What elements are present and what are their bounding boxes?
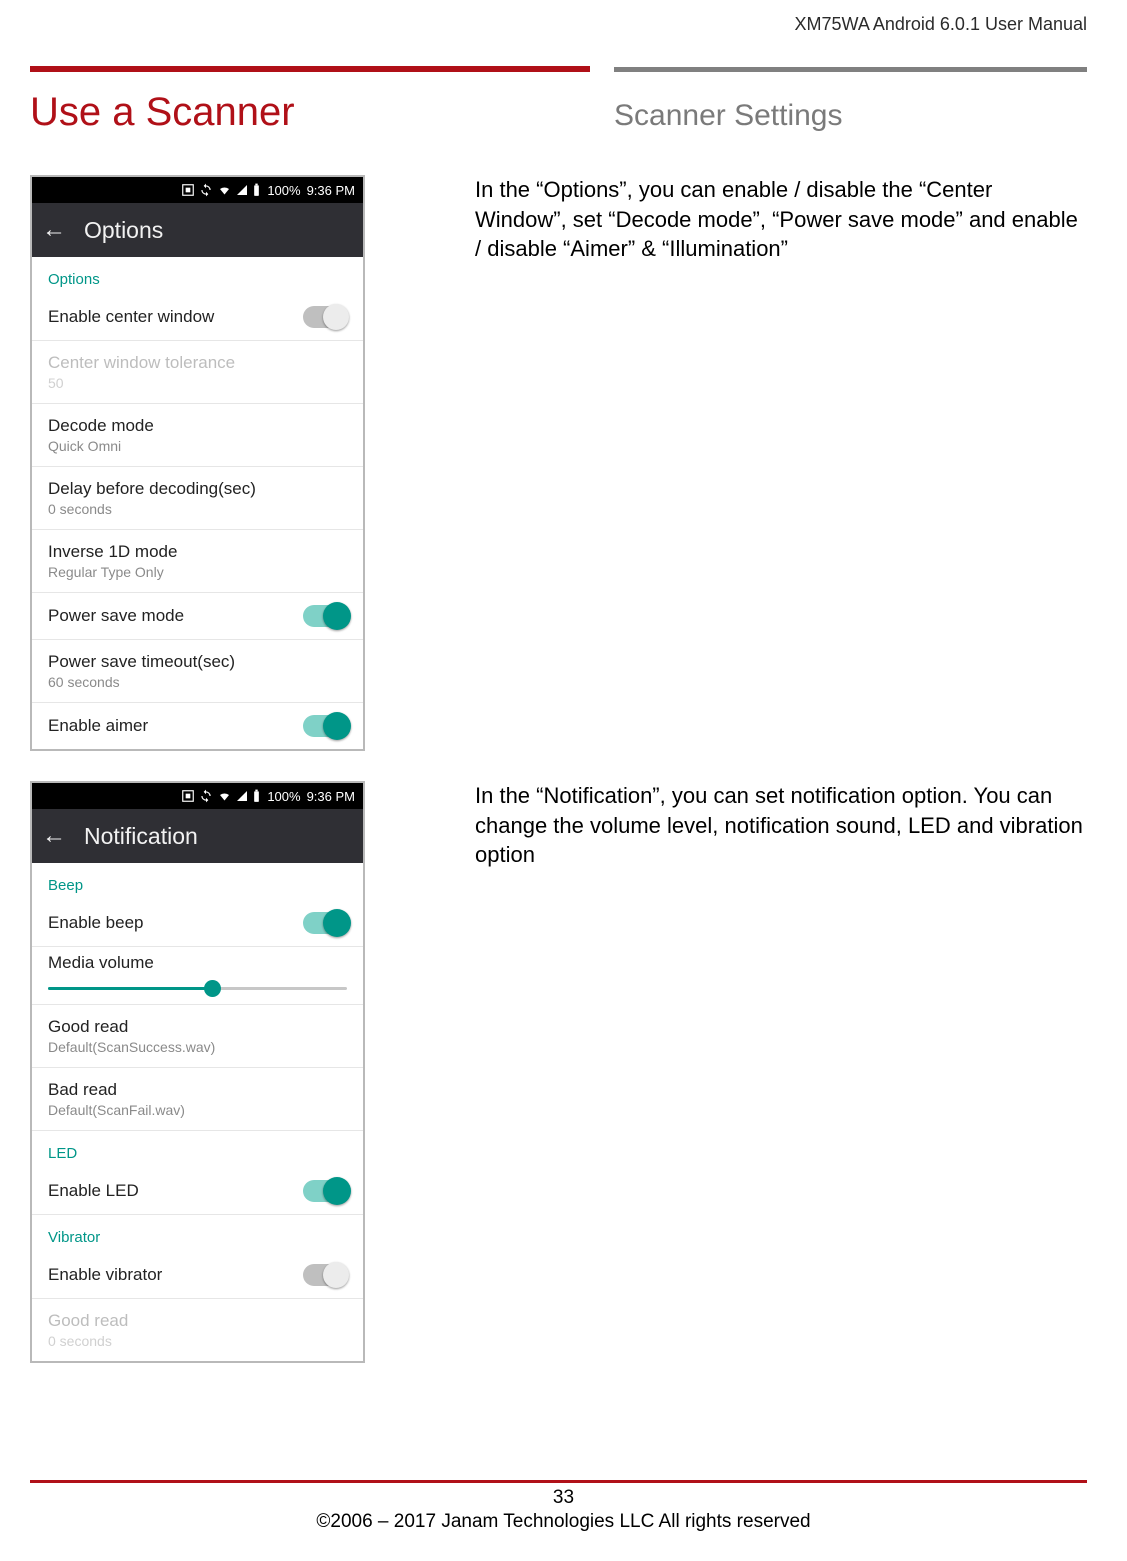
label: Media volume (48, 953, 347, 973)
row-decode-mode[interactable]: Decode mode Quick Omni (32, 404, 363, 467)
battery-text: 100% (267, 789, 300, 804)
label: Power save mode (48, 606, 184, 626)
wifi-icon (217, 184, 232, 196)
app-bar: ← Options (32, 203, 363, 257)
footer: 33 ©2006 – 2017 Janam Technologies LLC A… (0, 1487, 1127, 1533)
switch-led[interactable] (303, 1180, 347, 1202)
screenshot-options: 100% 9:36 PM ← Options Options Enable ce… (30, 175, 365, 751)
value: 60 seconds (48, 674, 235, 690)
switch-center-window[interactable] (303, 306, 347, 328)
signal-icon (236, 184, 248, 196)
battery-icon (252, 789, 261, 803)
slider-fill (48, 987, 212, 990)
row-delay-before-decoding[interactable]: Delay before decoding(sec) 0 seconds (32, 467, 363, 530)
row-bad-read-sound[interactable]: Bad read Default(ScanFail.wav) (32, 1068, 363, 1131)
page-number: 33 (0, 1487, 1127, 1509)
switch-beep[interactable] (303, 912, 347, 934)
clock-text: 9:36 PM (307, 789, 355, 804)
label: Good read (48, 1017, 215, 1037)
label: Decode mode (48, 416, 154, 436)
wifi-icon (217, 790, 232, 802)
back-icon[interactable]: ← (42, 824, 66, 848)
page-title: Use a Scanner (30, 90, 590, 135)
row-good-read-vibration: Good read 0 seconds (32, 1299, 363, 1361)
row-enable-aimer[interactable]: Enable aimer (32, 703, 363, 749)
row-enable-vibrator[interactable]: Enable vibrator (32, 1252, 363, 1299)
section-header-beep: Beep (32, 863, 363, 900)
appbar-title: Options (84, 217, 163, 244)
section-title: Scanner Settings (614, 99, 1087, 133)
row-inverse-1d-mode[interactable]: Inverse 1D mode Regular Type Only (32, 530, 363, 593)
volume-slider[interactable] (48, 987, 347, 990)
label: Center window tolerance (48, 353, 235, 373)
row-enable-led[interactable]: Enable LED (32, 1168, 363, 1215)
section-header-options: Options (32, 257, 363, 294)
row-good-read-sound[interactable]: Good read Default(ScanSuccess.wav) (32, 1005, 363, 1068)
row-enable-center-window[interactable]: Enable center window (32, 294, 363, 341)
label: Bad read (48, 1080, 185, 1100)
value: Quick Omni (48, 438, 154, 454)
signal-icon (236, 790, 248, 802)
appbar-title: Notification (84, 823, 198, 850)
label: Good read (48, 1311, 128, 1331)
row-media-volume[interactable]: Media volume (32, 947, 363, 1005)
status-icons (181, 789, 261, 803)
screenshot-notification: 100% 9:36 PM ← Notification Beep Enable … (30, 781, 365, 1363)
slider-thumb[interactable] (204, 980, 221, 997)
nfc-icon (181, 789, 195, 803)
status-bar: 100% 9:36 PM (32, 177, 363, 203)
sync-icon (199, 183, 213, 197)
row-power-save-timeout[interactable]: Power save timeout(sec) 60 seconds (32, 640, 363, 703)
switch-power-save[interactable] (303, 605, 347, 627)
value: 50 (48, 375, 235, 391)
value: Default(ScanFail.wav) (48, 1102, 185, 1118)
row-power-save-mode[interactable]: Power save mode (32, 593, 363, 640)
battery-icon (252, 183, 261, 197)
copyright: ©2006 – 2017 Janam Technologies LLC All … (316, 1511, 810, 1532)
label: Inverse 1D mode (48, 542, 177, 562)
value: 0 seconds (48, 1333, 128, 1349)
value: 0 seconds (48, 501, 256, 517)
app-bar: ← Notification (32, 809, 363, 863)
status-icons (181, 183, 261, 197)
clock-text: 9:36 PM (307, 183, 355, 198)
label: Power save timeout(sec) (48, 652, 235, 672)
nfc-icon (181, 183, 195, 197)
row-center-window-tolerance: Center window tolerance 50 (32, 341, 363, 404)
value: Regular Type Only (48, 564, 177, 580)
row-enable-beep[interactable]: Enable beep (32, 900, 363, 947)
sync-icon (199, 789, 213, 803)
label: Enable vibrator (48, 1265, 162, 1285)
header-rule (30, 66, 1087, 72)
value: Default(ScanSuccess.wav) (48, 1039, 215, 1055)
label: Enable center window (48, 307, 214, 327)
document-page: XM75WA Android 6.0.1 User Manual Use a S… (0, 0, 1127, 1561)
label: Enable LED (48, 1181, 139, 1201)
label: Enable beep (48, 913, 143, 933)
switch-vibrator[interactable] (303, 1264, 347, 1286)
label: Delay before decoding(sec) (48, 479, 256, 499)
paragraph-options: In the “Options”, you can enable / disab… (475, 175, 1087, 751)
back-icon[interactable]: ← (42, 218, 66, 242)
battery-text: 100% (267, 183, 300, 198)
status-bar: 100% 9:36 PM (32, 783, 363, 809)
footer-rule (30, 1480, 1087, 1483)
switch-aimer[interactable] (303, 715, 347, 737)
paragraph-notification: In the “Notification”, you can set notif… (475, 781, 1087, 1363)
section-header-vibrator: Vibrator (32, 1215, 363, 1252)
label: Enable aimer (48, 716, 148, 736)
manual-title: XM75WA Android 6.0.1 User Manual (795, 14, 1087, 35)
rule-red (30, 66, 590, 72)
rule-gray (614, 67, 1087, 72)
section-header-led: LED (32, 1131, 363, 1168)
